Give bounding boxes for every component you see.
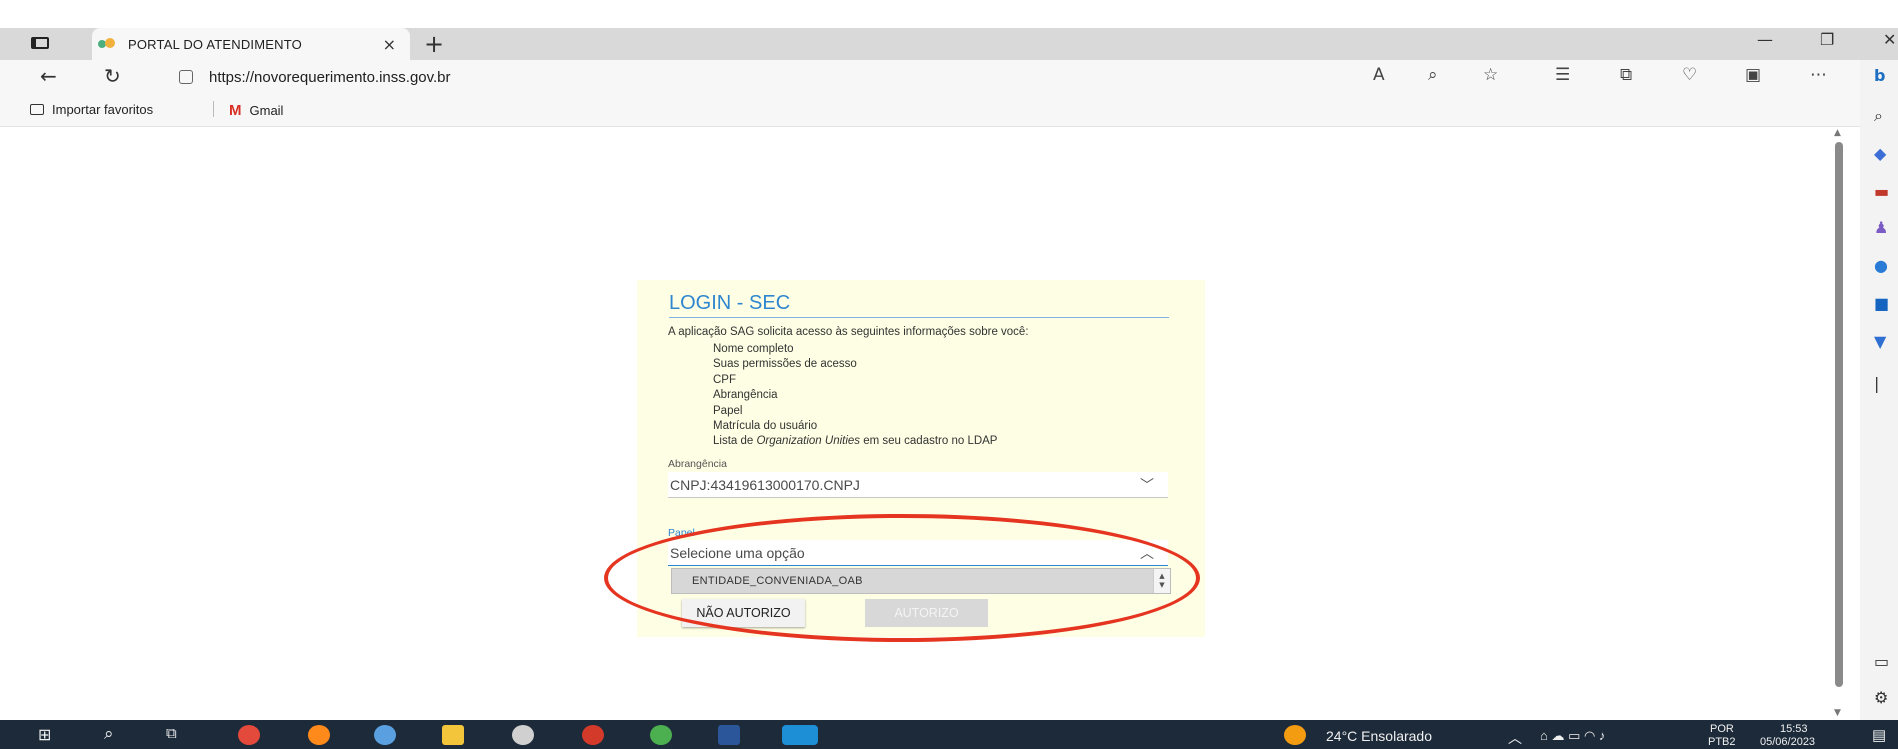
abrangencia-label: Abrangência <box>668 458 727 470</box>
scroll-up-icon[interactable]: ▲ <box>1834 128 1841 138</box>
notifications-icon[interactable]: ▤ <box>1872 726 1886 744</box>
paint-icon[interactable] <box>374 725 396 745</box>
chrome-profile-icon[interactable] <box>650 725 672 745</box>
more-options-icon[interactable]: ⋯ <box>1810 65 1827 85</box>
firefox-icon[interactable] <box>308 725 330 745</box>
system-tray-chevron-icon[interactable]: ︿ <box>1508 728 1522 748</box>
permission-italic: Organization Unities <box>756 435 861 448</box>
file-explorer-icon[interactable] <box>442 725 464 745</box>
clock-date[interactable]: 05/06/2023 <box>1760 736 1815 748</box>
minimize-icon[interactable]: — <box>1757 30 1773 49</box>
tray-icons[interactable]: ⌂ ☁ ▭ ◠ ♪ <box>1540 728 1605 744</box>
chevron-down-icon: ﹀ <box>1140 477 1154 494</box>
weather-text[interactable]: 24°C Ensolarado <box>1326 728 1432 744</box>
browser-essentials-icon[interactable]: ♡ <box>1682 65 1697 85</box>
gmail-icon: M <box>229 102 242 119</box>
add-favorite-icon[interactable]: ☆ <box>1483 65 1498 85</box>
tag-icon[interactable]: ◆ <box>1874 144 1886 163</box>
task-view-icon[interactable]: ⧉ <box>166 725 177 742</box>
clock-time[interactable]: 15:53 <box>1780 723 1808 735</box>
login-title: LOGIN - SEC <box>669 292 1169 318</box>
favorites-item-import[interactable]: Importar favoritos <box>30 102 153 117</box>
page-scrollbar[interactable]: ▲ ▼ <box>1831 128 1847 720</box>
app-icon[interactable] <box>512 725 534 745</box>
games-icon[interactable]: ● <box>1874 256 1888 275</box>
weather-sun-icon <box>1284 725 1306 745</box>
permission-item: Matrícula do usuário <box>713 420 818 433</box>
extension-icon[interactable]: ▣ <box>1745 65 1761 85</box>
bing-chat-icon[interactable]: b <box>1874 66 1885 85</box>
collections-icon[interactable]: ⧉ <box>1620 65 1632 85</box>
drop-icon[interactable]: ▼ <box>1874 332 1886 351</box>
address-bar[interactable]: https://novorequerimento.inss.gov.br <box>155 63 1355 91</box>
tab-close-icon[interactable]: × <box>383 35 396 54</box>
highlight-ellipse <box>604 514 1200 642</box>
favorites-item-label: Importar favoritos <box>52 102 154 117</box>
favorites-item-gmail[interactable]: M Gmail <box>229 102 283 119</box>
abrangencia-select[interactable]: CNPJ:43419613000170.CNPJ ﹀ <box>668 472 1168 498</box>
toolbox-icon[interactable]: ▬ <box>1874 182 1889 201</box>
tab-title: PORTAL DO ATENDIMENTO <box>128 36 302 52</box>
url-text: https://novorequerimento.inss.gov.br <box>209 68 451 86</box>
permission-item: Lista de Organization Unities em seu cad… <box>713 434 997 449</box>
search-icon[interactable]: ⌕ <box>1874 106 1883 126</box>
language-bottom[interactable]: PTB2 <box>1708 736 1736 748</box>
abrangencia-value: CNPJ:43419613000170.CNPJ <box>670 476 860 493</box>
consent-description: A aplicação SAG solicita acesso às segui… <box>668 326 1029 338</box>
read-aloud-icon[interactable]: A <box>1373 65 1385 85</box>
outlook-icon[interactable]: ■ <box>1874 294 1889 313</box>
edge-icon[interactable] <box>782 725 818 745</box>
tab-actions-icon <box>31 37 49 49</box>
tab-portal-atendimento[interactable]: PORTAL DO ATENDIMENTO × <box>92 28 410 60</box>
sidebar-settings-icon[interactable]: ⚙ <box>1874 688 1888 707</box>
scroll-thumb[interactable] <box>1835 142 1843 687</box>
favorites-divider <box>213 101 214 117</box>
lock-icon[interactable] <box>179 70 193 84</box>
permission-item: Suas permissões de acesso <box>713 358 857 371</box>
close-window-icon[interactable]: ✕ <box>1883 30 1896 49</box>
permission-prefix: Lista de <box>713 435 757 448</box>
taskbar-search-icon[interactable]: ⌕ <box>104 724 114 744</box>
tab-actions-button[interactable] <box>28 33 52 53</box>
back-arrow-icon[interactable]: ← <box>40 64 57 88</box>
restore-icon[interactable]: ❐ <box>1820 30 1834 49</box>
permission-item: CPF <box>713 373 736 386</box>
refresh-icon[interactable]: ↻ <box>104 64 121 88</box>
add-sidebar-icon[interactable]: | <box>1874 374 1879 393</box>
media-icon[interactable] <box>582 725 604 745</box>
site-favicon-icon <box>98 38 116 50</box>
permission-suffix: em seu cadastro no LDAP <box>860 435 998 448</box>
favorites-item-label: Gmail <box>249 103 284 118</box>
permission-list: Nome completo Suas permissões de acesso … <box>713 342 997 450</box>
permission-item: Abrangência <box>713 389 778 402</box>
chrome-icon[interactable] <box>238 725 260 745</box>
scroll-down-icon[interactable]: ▼ <box>1834 708 1841 718</box>
folder-icon <box>30 104 44 115</box>
split-screen-icon[interactable]: ▭ <box>1874 652 1889 671</box>
permission-item: Papel <box>713 404 743 417</box>
word-icon[interactable] <box>718 725 740 745</box>
new-tab-button[interactable]: + <box>424 28 444 60</box>
permission-item: Nome completo <box>713 343 794 355</box>
people-icon[interactable]: ♟ <box>1874 218 1888 237</box>
language-top[interactable]: POR <box>1710 723 1734 735</box>
zoom-icon[interactable]: ⌕ <box>1428 65 1438 85</box>
favorites-icon[interactable]: ☰ <box>1555 65 1570 85</box>
windows-start-icon[interactable]: ⊞ <box>38 725 51 745</box>
windows-taskbar <box>0 720 1898 749</box>
